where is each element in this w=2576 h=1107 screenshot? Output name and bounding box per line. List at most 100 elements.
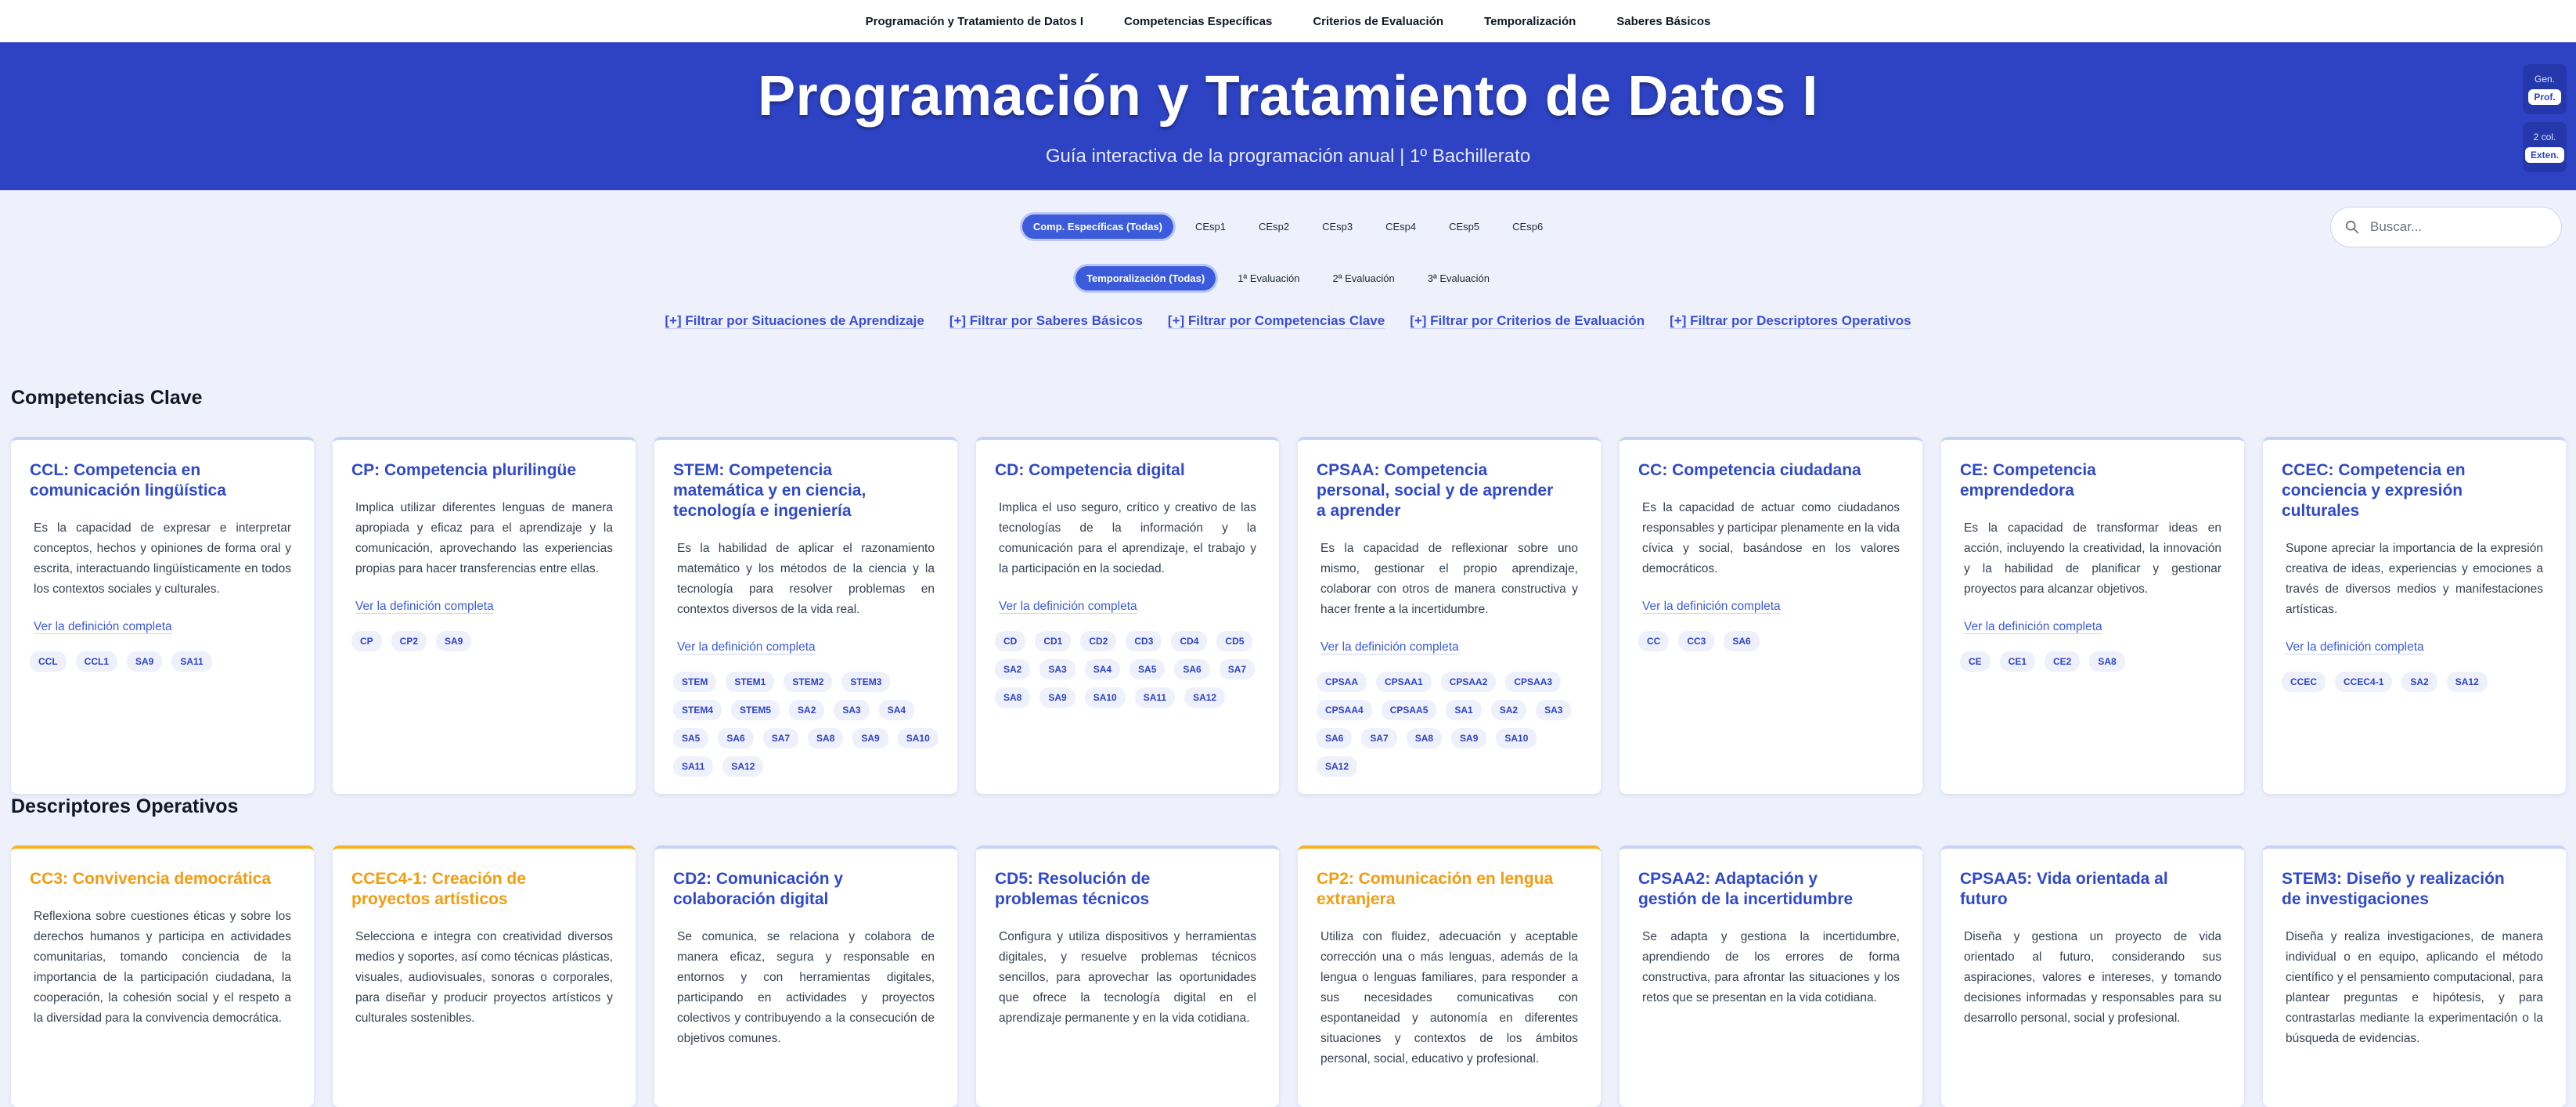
tag-chip[interactable]: SA9 xyxy=(1451,728,1487,748)
view-definition-link[interactable]: Ver la definición completa xyxy=(2286,640,2543,654)
tag-chip[interactable]: CCEC xyxy=(2282,672,2326,692)
tag-chip[interactable]: SA8 xyxy=(995,687,1031,708)
filter-temp-todas[interactable]: Temporalización (Todas) xyxy=(1075,266,1216,290)
search-input[interactable] xyxy=(2369,218,2544,236)
tag-chip[interactable]: CPSAA3 xyxy=(1505,672,1562,692)
columns-button[interactable]: Exten. xyxy=(2524,147,2564,163)
tag-chip[interactable]: CD4 xyxy=(1171,631,1208,651)
tag-chip[interactable]: SA3 xyxy=(834,700,870,720)
tag-chip[interactable]: CCL xyxy=(30,651,67,672)
tag-chip[interactable]: SA9 xyxy=(1039,687,1075,708)
tag-chip[interactable]: SA2 xyxy=(789,700,825,720)
tag-chip[interactable]: CPSAA1 xyxy=(1376,672,1432,692)
nav-link-saberes[interactable]: Saberes Básicos xyxy=(1612,12,1715,31)
filter-cesp2[interactable]: CEsp2 xyxy=(1248,215,1301,239)
tag-chip[interactable]: CPSAA4 xyxy=(1317,700,1372,720)
tag-chip[interactable]: SA10 xyxy=(1084,687,1126,708)
view-definition-link[interactable]: Ver la definición completa xyxy=(999,600,1256,614)
tag-chip[interactable]: SA7 xyxy=(1219,659,1256,680)
tag-chip[interactable]: CE1 xyxy=(1999,651,2036,672)
tag-chip[interactable]: SA12 xyxy=(1184,687,1226,708)
tag-chip[interactable]: STEM5 xyxy=(731,700,780,720)
filter-link-criterios[interactable]: [+] Filtrar por Criterios de Evaluación xyxy=(1410,313,1645,329)
tag-chip[interactable]: CD3 xyxy=(1126,631,1162,651)
tag-chip[interactable]: CD2 xyxy=(1080,631,1117,651)
tag-chip[interactable]: SA10 xyxy=(897,728,939,748)
view-definition-link[interactable]: Ver la definición completa xyxy=(677,640,935,654)
tag-chip[interactable]: SA4 xyxy=(1084,659,1121,680)
nav-link-temporalizacion[interactable]: Temporalización xyxy=(1479,12,1580,31)
view-mode-button[interactable]: Prof. xyxy=(2528,89,2561,105)
filter-link-saberes[interactable]: [+] Filtrar por Saberes Básicos xyxy=(949,313,1143,329)
tag-chip[interactable]: STEM3 xyxy=(841,672,891,692)
tag-chip[interactable]: SA2 xyxy=(1490,700,1527,720)
tag-chip[interactable]: SA11 xyxy=(673,756,714,777)
tag-chip[interactable]: SA5 xyxy=(673,728,709,748)
filter-cesp4[interactable]: CEsp4 xyxy=(1374,215,1428,239)
tag-chip[interactable]: SA7 xyxy=(762,728,799,748)
view-definition-link[interactable]: Ver la definición completa xyxy=(1320,640,1578,654)
tag-chip[interactable]: STEM xyxy=(673,672,717,692)
filter-eval-2[interactable]: 2ª Evaluación xyxy=(1321,266,1406,290)
tag-chip[interactable]: CD1 xyxy=(1035,631,1072,651)
tag-chip[interactable]: SA6 xyxy=(1724,631,1760,651)
card-title: CC3: Convivencia democrática xyxy=(30,870,272,888)
tag-chip[interactable]: SA4 xyxy=(878,700,915,720)
tag-chip[interactable]: SA11 xyxy=(1134,687,1176,708)
filter-link-competencias-clave[interactable]: [+] Filtrar por Competencias Clave xyxy=(1168,313,1385,329)
tag-chip[interactable]: CD xyxy=(995,631,1026,651)
filter-cesp5[interactable]: CEsp5 xyxy=(1438,215,1491,239)
view-definition-link[interactable]: Ver la definición completa xyxy=(1964,620,2221,634)
view-definition-link[interactable]: Ver la definición completa xyxy=(1642,600,1900,614)
filter-cesp3[interactable]: CEsp3 xyxy=(1311,215,1364,239)
view-definition-link[interactable]: Ver la definición completa xyxy=(355,600,613,614)
nav-link-competencias[interactable]: Competencias Específicas xyxy=(1119,12,1277,31)
filter-cesp1[interactable]: CEsp1 xyxy=(1184,215,1238,239)
tag-chip[interactable]: SA2 xyxy=(995,659,1031,680)
tag-chip[interactable]: SA9 xyxy=(127,651,163,672)
tag-chip[interactable]: SA3 xyxy=(1039,659,1075,680)
tag-chip[interactable]: STEM1 xyxy=(726,672,775,692)
nav-link-criterios[interactable]: Criterios de Evaluación xyxy=(1308,12,1448,31)
tag-chip[interactable]: SA6 xyxy=(1174,659,1210,680)
tag-chip[interactable]: SA9 xyxy=(852,728,888,748)
tag-chip[interactable]: SA12 xyxy=(722,756,764,777)
tag-chip[interactable]: SA6 xyxy=(718,728,754,748)
tag-chip[interactable]: CPSAA2 xyxy=(1440,672,1497,692)
view-definition-link[interactable]: Ver la definición completa xyxy=(34,620,291,634)
tag-chip[interactable]: CPSAA xyxy=(1317,672,1367,692)
tag-chip[interactable]: SA7 xyxy=(1361,728,1397,748)
filter-link-situaciones[interactable]: [+] Filtrar por Situaciones de Aprendiza… xyxy=(665,313,924,329)
tag-chip[interactable]: STEM2 xyxy=(784,672,833,692)
tag-chip[interactable]: SA8 xyxy=(2089,651,2125,672)
filter-cesp6[interactable]: CEsp6 xyxy=(1501,215,1555,239)
nav-link-programacion[interactable]: Programación y Tratamiento de Datos I xyxy=(861,12,1088,31)
tag-chip[interactable]: SA8 xyxy=(808,728,844,748)
tag-chip[interactable]: SA9 xyxy=(436,631,472,651)
filter-link-descriptores[interactable]: [+] Filtrar por Descriptores Operativos xyxy=(1670,313,1911,329)
tag-chip[interactable]: CP xyxy=(351,631,382,651)
tag-chip[interactable]: SA12 xyxy=(1317,756,1358,777)
tag-chip[interactable]: SA10 xyxy=(1496,728,1537,748)
tag-chip[interactable]: SA2 xyxy=(2401,672,2437,692)
tag-chip[interactable]: CC xyxy=(1638,631,1670,651)
tag-chip[interactable]: SA8 xyxy=(1406,728,1443,748)
tag-chip[interactable]: STEM4 xyxy=(673,700,722,720)
filter-eval-3[interactable]: 3ª Evaluación xyxy=(1416,266,1501,290)
tag-chip[interactable]: CPSAA5 xyxy=(1381,700,1437,720)
filter-comp-todas[interactable]: Comp. Específicas (Todas) xyxy=(1021,215,1173,239)
tag-chip[interactable]: SA5 xyxy=(1129,659,1166,680)
tag-chip[interactable]: SA3 xyxy=(1536,700,1572,720)
tag-chip[interactable]: CCL1 xyxy=(75,651,118,672)
tag-chip[interactable]: CCEC4-1 xyxy=(2335,672,2393,692)
tag-chip[interactable]: SA1 xyxy=(1446,700,1482,720)
tag-chip[interactable]: CC3 xyxy=(1678,631,1715,651)
tag-chip[interactable]: CD5 xyxy=(1216,631,1253,651)
tag-chip[interactable]: CE xyxy=(1960,651,1991,672)
tag-chip[interactable]: CE2 xyxy=(2045,651,2081,672)
tag-chip[interactable]: SA11 xyxy=(171,651,212,672)
filter-eval-1[interactable]: 1ª Evaluación xyxy=(1227,266,1311,290)
tag-chip[interactable]: SA12 xyxy=(2446,672,2488,692)
tag-chip[interactable]: SA6 xyxy=(1317,728,1353,748)
tag-chip[interactable]: CP2 xyxy=(391,631,427,651)
